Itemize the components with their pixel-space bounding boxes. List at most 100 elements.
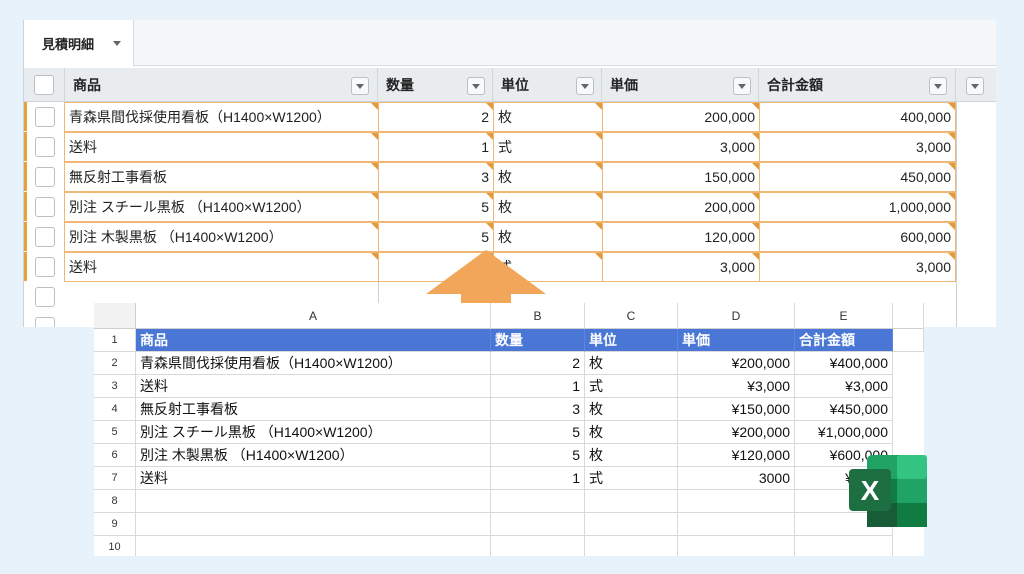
filter-dropdown-icon[interactable] — [966, 77, 984, 95]
cell-price[interactable]: ¥120,000 — [678, 444, 795, 467]
cell-unit[interactable]: 枚 — [585, 398, 678, 421]
cell-qty[interactable]: 5 — [491, 444, 585, 467]
row-checkbox[interactable] — [35, 317, 55, 327]
cell-qty[interactable]: 1 — [491, 467, 585, 490]
row-checkbox[interactable] — [35, 197, 55, 217]
cell-empty[interactable] — [678, 490, 795, 513]
cell-price[interactable]: ¥150,000 — [678, 398, 795, 421]
cell-header-product[interactable]: 商品 — [136, 329, 491, 352]
row-checkbox[interactable] — [35, 257, 55, 277]
cell-empty[interactable] — [136, 490, 491, 513]
cell-unit[interactable]: 枚 — [493, 102, 603, 132]
cell-price[interactable]: ¥3,000 — [678, 375, 795, 398]
cell-total[interactable]: 3,000 — [759, 132, 956, 162]
tab-estimate-details[interactable]: 見積明細 — [24, 20, 134, 66]
cell-price[interactable]: 120,000 — [602, 222, 760, 252]
cell-header-qty[interactable]: 数量 — [491, 329, 585, 352]
cell-unit[interactable]: 枚 — [585, 352, 678, 375]
cell-empty[interactable] — [491, 513, 585, 536]
row-header[interactable]: 4 — [94, 398, 136, 421]
cell-product[interactable]: 送料 — [64, 132, 379, 162]
filter-dropdown-icon[interactable] — [576, 77, 594, 95]
cell-qty[interactable]: 2 — [378, 102, 494, 132]
cell-empty[interactable] — [491, 490, 585, 513]
cell-qty[interactable]: 1 — [491, 375, 585, 398]
cell-header-total[interactable]: 合計金額 — [795, 329, 893, 352]
row-checkbox[interactable] — [35, 137, 55, 157]
column-header-c[interactable]: C — [585, 303, 678, 329]
row-header[interactable]: 2 — [94, 352, 136, 375]
filter-dropdown-icon[interactable] — [929, 77, 947, 95]
cell-total[interactable]: ¥400,000 — [795, 352, 893, 375]
cell-qty[interactable]: 1 — [378, 132, 494, 162]
row-header[interactable]: 7 — [94, 467, 136, 490]
cell-unit[interactable]: 枚 — [493, 192, 603, 222]
row-header[interactable]: 9 — [94, 513, 136, 536]
cell-total[interactable]: ¥3,000 — [795, 375, 893, 398]
cell-unit[interactable]: 枚 — [493, 222, 603, 252]
cell-price[interactable]: 200,000 — [602, 102, 760, 132]
cell-header-price[interactable]: 単価 — [678, 329, 795, 352]
cell-total[interactable]: 3,000 — [759, 252, 956, 282]
cell-empty[interactable] — [678, 536, 795, 556]
cell-empty[interactable] — [893, 329, 924, 352]
row-header[interactable]: 3 — [94, 375, 136, 398]
select-all-corner[interactable] — [94, 303, 136, 329]
cell-empty[interactable] — [136, 536, 491, 556]
cell-empty[interactable] — [678, 513, 795, 536]
cell-total[interactable]: ¥450,000 — [795, 398, 893, 421]
cell-empty[interactable] — [491, 536, 585, 556]
cell-unit[interactable]: 式 — [585, 467, 678, 490]
cell-price[interactable]: 3,000 — [602, 132, 760, 162]
row-header[interactable]: 10 — [94, 536, 136, 556]
cell-unit[interactable]: 枚 — [585, 444, 678, 467]
cell-unit[interactable]: 式 — [585, 375, 678, 398]
cell-product[interactable]: 別注 スチール黒板 （H1400×W1200） — [64, 192, 379, 222]
column-header-unit[interactable]: 単位 — [493, 68, 602, 102]
cell-product[interactable]: 送料 — [136, 467, 491, 490]
cell-price[interactable]: 3,000 — [602, 252, 760, 282]
cell-product[interactable]: 無反射工事看板 — [136, 398, 491, 421]
cell-qty[interactable]: 5 — [378, 222, 494, 252]
filter-dropdown-icon[interactable] — [351, 77, 369, 95]
row-header[interactable]: 1 — [94, 329, 136, 352]
cell-unit[interactable]: 式 — [493, 132, 603, 162]
row-checkbox[interactable] — [35, 167, 55, 187]
cell-qty[interactable]: 5 — [378, 192, 494, 222]
column-header-qty[interactable]: 数量 — [378, 68, 493, 102]
cell-product[interactable]: 無反射工事看板 — [64, 162, 379, 192]
row-checkbox[interactable] — [35, 287, 55, 307]
cell-qty[interactable]: 3 — [491, 398, 585, 421]
column-header-d[interactable]: D — [678, 303, 795, 329]
cell-total[interactable]: 1,000,000 — [759, 192, 956, 222]
cell-empty[interactable] — [585, 536, 678, 556]
filter-dropdown-icon[interactable] — [733, 77, 751, 95]
column-header-total[interactable]: 合計金額 — [759, 68, 956, 102]
select-all-checkbox[interactable] — [34, 75, 54, 95]
cell-product[interactable]: 送料 — [136, 375, 491, 398]
cell-qty[interactable]: 5 — [491, 421, 585, 444]
cell-header-unit[interactable]: 単位 — [585, 329, 678, 352]
row-header[interactable]: 5 — [94, 421, 136, 444]
cell-product[interactable]: 別注 木製黒板 （H1400×W1200） — [136, 444, 491, 467]
column-header-e[interactable]: E — [795, 303, 893, 329]
cell-price[interactable]: ¥200,000 — [678, 421, 795, 444]
column-header-b[interactable]: B — [491, 303, 585, 329]
filter-dropdown-icon[interactable] — [467, 77, 485, 95]
cell-product[interactable]: 青森県間伐採使用看板（H1400×W1200） — [64, 102, 379, 132]
cell-unit[interactable]: 枚 — [585, 421, 678, 444]
cell-product[interactable]: 別注 スチール黒板 （H1400×W1200） — [136, 421, 491, 444]
row-checkbox[interactable] — [35, 107, 55, 127]
cell-unit[interactable]: 枚 — [493, 162, 603, 192]
cell-empty[interactable] — [585, 490, 678, 513]
cell-price[interactable]: 200,000 — [602, 192, 760, 222]
cell-price[interactable]: ¥200,000 — [678, 352, 795, 375]
cell-empty[interactable] — [136, 513, 491, 536]
column-header-f[interactable] — [893, 303, 924, 329]
cell-product[interactable]: 送料 — [64, 252, 379, 282]
column-header-price[interactable]: 単価 — [602, 68, 759, 102]
cell-price[interactable]: 150,000 — [602, 162, 760, 192]
row-header[interactable]: 6 — [94, 444, 136, 467]
column-header-product[interactable]: 商品 — [65, 68, 378, 102]
cell-product[interactable]: 青森県間伐採使用看板（H1400×W1200） — [136, 352, 491, 375]
